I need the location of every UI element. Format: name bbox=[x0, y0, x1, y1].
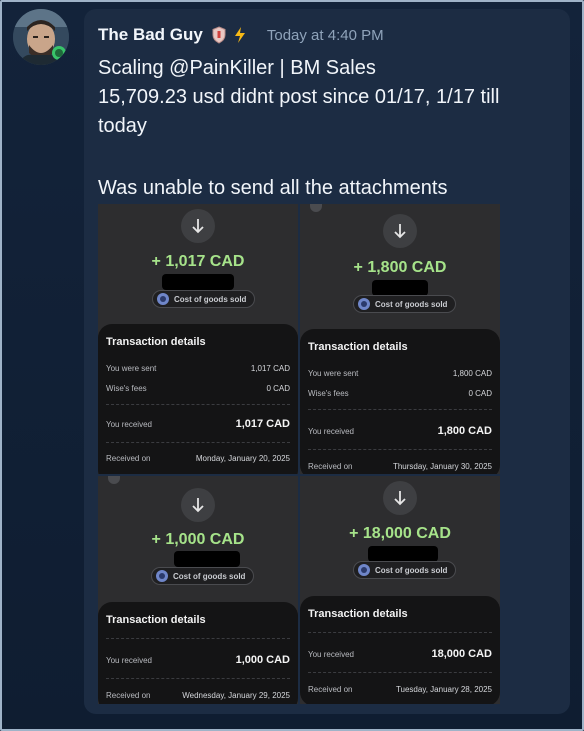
received-row: You received 1,800 CAD bbox=[308, 425, 492, 437]
sent-row: You were sent 1,017 CAD bbox=[106, 364, 290, 373]
redacted-name bbox=[368, 546, 438, 562]
transaction-details-card: Transaction details You were sent 1,800 C… bbox=[300, 329, 500, 474]
redacted-name bbox=[174, 551, 240, 567]
date-row: Received on Monday, January 20, 2025 bbox=[106, 454, 290, 463]
category-tag: Cost of goods sold bbox=[152, 290, 256, 308]
divider bbox=[308, 632, 492, 633]
divider bbox=[308, 449, 492, 450]
message-header: The Bad Guy Today at 4:40 PM bbox=[98, 23, 384, 47]
attachment-image[interactable]: + 1,017 CAD Cost of goods sold Transacti… bbox=[98, 204, 298, 474]
redacted-name bbox=[162, 274, 234, 290]
message-line: today bbox=[98, 115, 147, 137]
divider bbox=[106, 638, 290, 639]
amount: + 1,017 CAD bbox=[151, 253, 245, 270]
corner-mark bbox=[108, 476, 120, 484]
divider bbox=[106, 404, 290, 405]
amount: + 18,000 CAD bbox=[349, 525, 451, 542]
divider bbox=[106, 442, 290, 443]
attachment-image[interactable]: + 1,000 CAD Cost of goods sold Transacti… bbox=[98, 476, 298, 704]
date-row: Received on Thursday, January 30, 2025 bbox=[308, 462, 492, 471]
transaction-details-card: Transaction details You were sent 1,017 C… bbox=[98, 324, 298, 474]
category-icon bbox=[358, 298, 370, 310]
attachment-image[interactable]: + 1,800 CAD Cost of goods sold Transacti… bbox=[300, 204, 500, 474]
category-tag: Cost of goods sold bbox=[353, 561, 457, 579]
redacted-name bbox=[372, 280, 428, 296]
lightning-icon[interactable] bbox=[233, 26, 247, 44]
divider bbox=[308, 672, 492, 673]
card-title: Transaction details bbox=[106, 336, 206, 348]
username[interactable]: The Bad Guy bbox=[98, 25, 203, 45]
category-icon bbox=[358, 564, 370, 576]
sent-row: You were sent 1,800 CAD bbox=[308, 369, 492, 378]
card-title: Transaction details bbox=[106, 614, 206, 626]
amount: + 1,000 CAD bbox=[151, 531, 245, 548]
shield-badge-icon[interactable] bbox=[211, 26, 227, 44]
category-tag: Cost of goods sold bbox=[353, 295, 457, 313]
amount: + 1,800 CAD bbox=[353, 259, 447, 276]
fees-row: Wise's fees 0 CAD bbox=[106, 384, 290, 393]
category-icon bbox=[157, 293, 169, 305]
arrow-down-icon bbox=[383, 481, 417, 515]
divider bbox=[106, 678, 290, 679]
arrow-down-icon bbox=[181, 488, 215, 522]
card-title: Transaction details bbox=[308, 341, 408, 353]
transaction-details-card: Transaction details You received 1,000 CA… bbox=[98, 602, 298, 704]
attachment-image[interactable]: + 18,000 CAD Cost of goods sold Transact… bbox=[300, 476, 500, 704]
message-line: Scaling @PainKiller | BM Sales bbox=[98, 57, 376, 79]
received-row: You received 18,000 CAD bbox=[308, 648, 492, 660]
date-row: Received on Tuesday, January 28, 2025 bbox=[308, 685, 492, 694]
transaction-details-card: Transaction details You received 18,000 C… bbox=[300, 596, 500, 704]
received-row: You received 1,000 CAD bbox=[106, 654, 290, 666]
card-title: Transaction details bbox=[308, 608, 408, 620]
fees-row: Wise's fees 0 CAD bbox=[308, 389, 492, 398]
divider bbox=[308, 409, 492, 410]
received-row: You received 1,017 CAD bbox=[106, 418, 290, 430]
category-icon bbox=[156, 570, 168, 582]
arrow-down-icon bbox=[181, 209, 215, 243]
avatar[interactable] bbox=[13, 9, 69, 65]
arrow-down-icon bbox=[383, 214, 417, 248]
date-row: Received on Wednesday, January 29, 2025 bbox=[106, 691, 290, 700]
timestamp: Today at 4:40 PM bbox=[266, 26, 384, 44]
category-tag: Cost of goods sold bbox=[151, 567, 255, 585]
message-line: Was unable to send all the attachments bbox=[98, 177, 448, 199]
corner-mark bbox=[310, 204, 322, 212]
message-line: 15,709.23 usd didnt post since 01/17, 1/… bbox=[98, 86, 500, 108]
